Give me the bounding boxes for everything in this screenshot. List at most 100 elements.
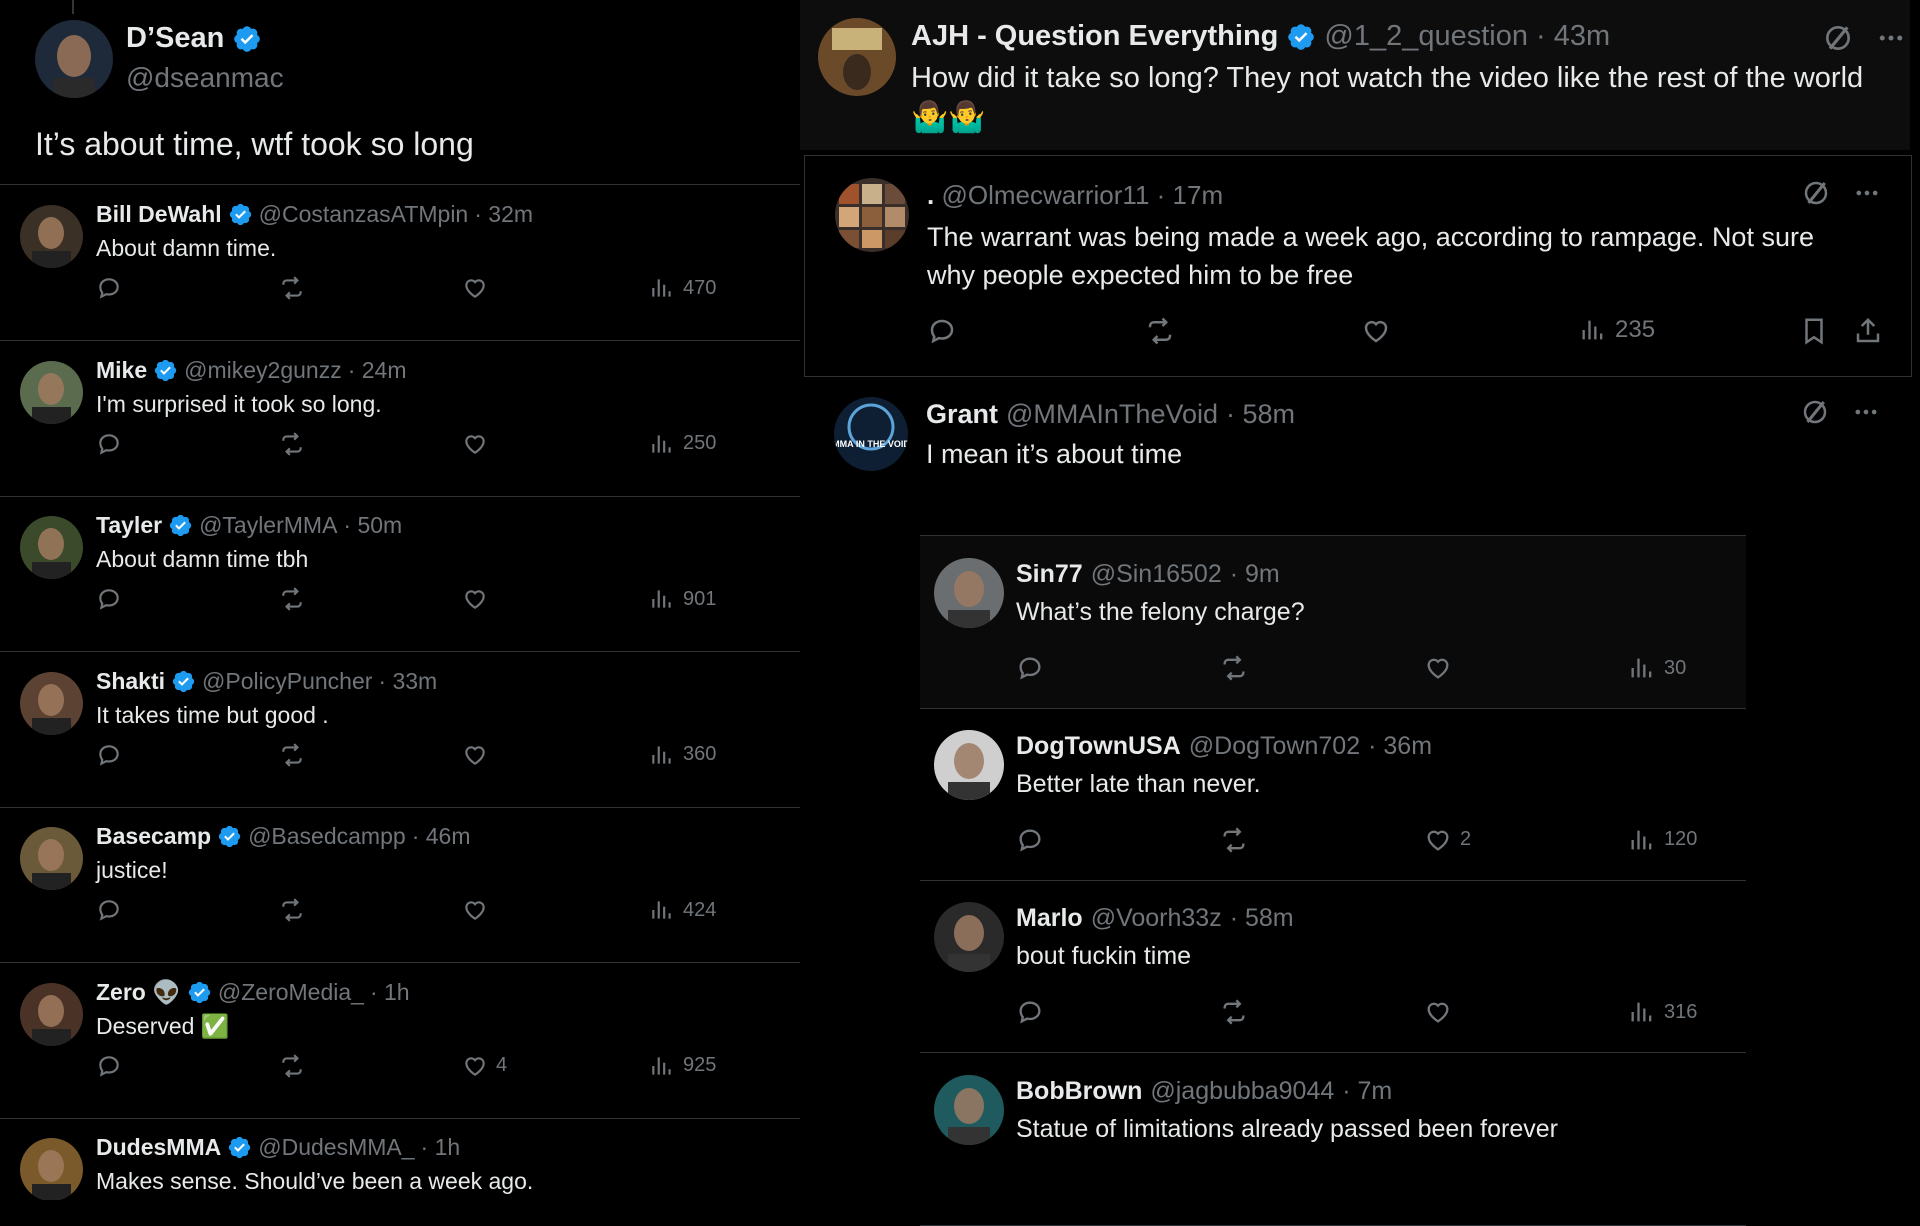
views-button[interactable]: 925: [649, 1053, 716, 1079]
timestamp[interactable]: · 36m: [1368, 732, 1432, 761]
reply-item[interactable]: Tayler @TaylerMMA · 50m About damn time …: [0, 496, 800, 652]
author-name[interactable]: AJH - Question Everything: [911, 20, 1278, 53]
author-name[interactable]: Shakti: [96, 668, 165, 695]
author-name-row[interactable]: D’Sean: [126, 22, 262, 55]
grok-icon[interactable]: [1800, 397, 1830, 427]
reply-item[interactable]: Zero 👽 @ZeroMedia_ · 1h Deserved ✅ 4 925: [0, 963, 800, 1119]
retweet-button[interactable]: [1220, 998, 1248, 1026]
author-name[interactable]: DogTownUSA: [1016, 732, 1181, 761]
grok-icon[interactable]: [1822, 22, 1854, 54]
author-name[interactable]: Bill DeWahl: [96, 201, 222, 228]
nested-reply-item[interactable]: Marlo @Voorh33z · 58m bout fuckin time 3…: [920, 880, 1746, 1053]
author-name[interactable]: D’Sean: [126, 22, 224, 55]
avatar[interactable]: [20, 827, 83, 890]
share-button[interactable]: [1853, 316, 1883, 346]
main-tweet[interactable]: D’Sean @dseanmac It’s about time, wtf to…: [0, 0, 800, 185]
retweet-button[interactable]: [279, 742, 305, 768]
reply-button[interactable]: [96, 742, 122, 768]
reply-button[interactable]: [1016, 654, 1044, 682]
retweet-button[interactable]: [1220, 826, 1248, 854]
timestamp[interactable]: · 1h: [370, 979, 410, 1006]
author-handle[interactable]: @Olmecwarrior11: [941, 180, 1149, 210]
avatar[interactable]: [934, 902, 1004, 972]
reply-item[interactable]: Shakti @PolicyPuncher · 33m It takes tim…: [0, 652, 800, 808]
author-handle[interactable]: @CostanzasATMpin: [259, 201, 469, 228]
quoted-tweet-ajh[interactable]: AJH - Question Everything @1_2_question …: [800, 0, 1910, 150]
more-options-icon[interactable]: [1876, 23, 1906, 53]
retweet-button[interactable]: [279, 586, 305, 612]
views-button[interactable]: 424: [649, 897, 716, 923]
avatar[interactable]: [20, 205, 83, 268]
timestamp[interactable]: · 17m: [1157, 180, 1223, 210]
like-button[interactable]: [462, 431, 496, 457]
views-button[interactable]: 235: [1579, 316, 1655, 344]
reply-button[interactable]: [1016, 998, 1044, 1026]
timestamp[interactable]: · 33m: [378, 668, 437, 695]
views-button[interactable]: 30: [1628, 654, 1686, 682]
reply-button[interactable]: [96, 897, 122, 923]
views-button[interactable]: 901: [649, 586, 716, 612]
timestamp[interactable]: · 58m: [1230, 904, 1294, 933]
retweet-button[interactable]: [1145, 316, 1175, 346]
views-button[interactable]: 120: [1628, 826, 1697, 854]
like-button[interactable]: 2: [1424, 826, 1471, 854]
author-handle[interactable]: @DogTown702: [1189, 732, 1360, 761]
timestamp[interactable]: · 43m: [1536, 20, 1610, 53]
timestamp[interactable]: · 58m: [1226, 399, 1295, 430]
views-button[interactable]: 250: [649, 431, 716, 457]
reply-olmec[interactable]: . @Olmecwarrior11 · 17m The warrant was …: [804, 155, 1912, 377]
like-button[interactable]: [1424, 998, 1460, 1026]
like-button[interactable]: [1424, 654, 1460, 682]
avatar[interactable]: [20, 360, 83, 424]
timestamp[interactable]: · 46m: [412, 823, 471, 850]
author-handle[interactable]: @ZeroMedia_: [218, 979, 364, 1006]
avatar[interactable]: [818, 18, 896, 96]
author-handle[interactable]: @PolicyPuncher: [202, 668, 372, 695]
avatar[interactable]: [20, 516, 83, 579]
author-handle[interactable]: @dseanmac: [126, 62, 284, 94]
avatar[interactable]: [835, 178, 909, 252]
like-button[interactable]: [462, 275, 496, 301]
retweet-button[interactable]: [279, 431, 305, 457]
like-button[interactable]: [462, 897, 496, 923]
more-options-icon[interactable]: [1852, 398, 1880, 426]
author-name[interactable]: DudesMMA: [96, 1134, 221, 1161]
grok-icon[interactable]: [1801, 178, 1831, 208]
retweet-button[interactable]: [279, 275, 305, 301]
author-name[interactable]: Basecamp: [96, 823, 211, 850]
author-name[interactable]: Tayler: [96, 512, 162, 539]
author-handle[interactable]: @Voorh33z: [1091, 904, 1222, 933]
nested-reply-item[interactable]: DogTownUSA @DogTown702 · 36m Better late…: [920, 708, 1746, 881]
avatar[interactable]: [20, 671, 83, 735]
like-button[interactable]: 4: [462, 1053, 507, 1079]
author-handle[interactable]: @Basedcampp: [248, 823, 406, 850]
author-handle[interactable]: @1_2_question: [1324, 20, 1528, 53]
retweet-button[interactable]: [279, 897, 305, 923]
reply-button[interactable]: [1016, 826, 1044, 854]
author-name[interactable]: .: [927, 180, 934, 210]
avatar[interactable]: [20, 982, 83, 1046]
bookmark-button[interactable]: [1799, 316, 1829, 346]
avatar[interactable]: [20, 1138, 83, 1200]
author-name[interactable]: BobBrown: [1016, 1077, 1142, 1106]
like-button[interactable]: [462, 586, 496, 612]
reply-button[interactable]: [96, 431, 122, 457]
like-button[interactable]: [1361, 316, 1391, 346]
avatar[interactable]: [934, 1074, 1004, 1145]
author-handle[interactable]: @mikey2gunzz: [184, 357, 342, 384]
timestamp[interactable]: · 7m: [1342, 1077, 1392, 1106]
avatar[interactable]: [934, 558, 1004, 628]
author-name[interactable]: Marlo: [1016, 904, 1083, 933]
nested-reply-item[interactable]: Sin77 @Sin16502 · 9m What’s the felony c…: [920, 535, 1746, 709]
more-options-icon[interactable]: [1853, 179, 1881, 207]
author-handle[interactable]: @DudesMMA_: [258, 1134, 414, 1161]
author-handle[interactable]: @TaylerMMA: [199, 512, 337, 539]
retweet-button[interactable]: [1220, 654, 1248, 682]
like-button[interactable]: [462, 742, 496, 768]
reply-grant[interactable]: MMA IN THE VOID Grant @MMAInTheVoid · 58…: [804, 375, 1910, 485]
reply-button[interactable]: [96, 275, 122, 301]
author-name[interactable]: Mike: [96, 357, 147, 384]
author-name[interactable]: Grant: [926, 399, 998, 430]
reply-button[interactable]: [96, 1053, 122, 1079]
timestamp[interactable]: · 9m: [1230, 560, 1280, 589]
